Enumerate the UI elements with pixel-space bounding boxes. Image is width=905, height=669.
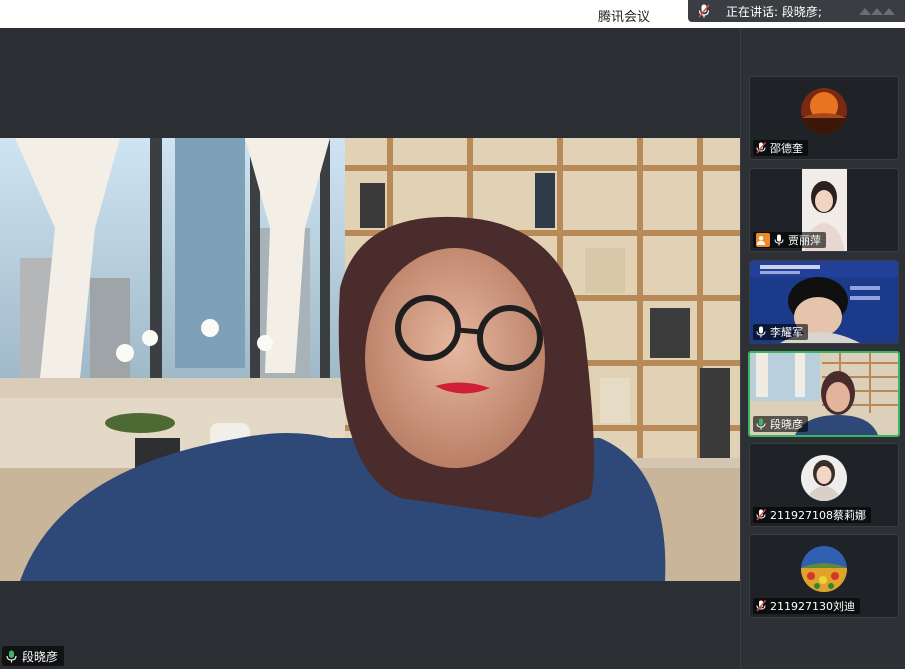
mic-muted-icon bbox=[756, 600, 766, 612]
app-title: 腾讯会议 bbox=[598, 10, 651, 25]
participant-name: 段晓彦 bbox=[770, 418, 803, 431]
mic-muted-icon bbox=[756, 142, 766, 154]
participant-sidebar: 邵德奎 贾丽萍 李耀军 段晓彦 211927108蔡莉娜 211927130刘迪 bbox=[740, 28, 905, 669]
signal-icon bbox=[859, 8, 895, 15]
participant-name: 211927108蔡莉娜 bbox=[770, 509, 866, 522]
main-stage bbox=[0, 28, 740, 669]
mic-on-icon bbox=[756, 418, 766, 430]
speaking-label: 正在讲话: 段晓彦; bbox=[726, 4, 822, 19]
participant-tile[interactable]: 邵德奎 bbox=[749, 76, 899, 160]
participant-name: 贾丽萍 bbox=[788, 234, 821, 247]
main-video-feed[interactable] bbox=[0, 138, 740, 581]
participant-tile[interactable]: 李耀军 bbox=[749, 260, 899, 344]
participant-nameplate: 李耀军 bbox=[753, 324, 808, 340]
portrait-avatar bbox=[801, 455, 847, 501]
speaking-indicator: 正在讲话: 段晓彦; bbox=[688, 0, 905, 22]
host-icon bbox=[756, 233, 770, 247]
sunset-avatar bbox=[801, 88, 847, 134]
participant-nameplate: 贾丽萍 bbox=[753, 232, 826, 248]
participant-tile-active[interactable]: 段晓彦 bbox=[748, 351, 900, 437]
participant-name: 李耀军 bbox=[770, 326, 803, 339]
mic-muted-icon bbox=[698, 4, 710, 18]
participant-tile[interactable]: 贾丽萍 bbox=[749, 168, 899, 252]
mic-on-icon bbox=[6, 650, 17, 662]
main-speaker-name: 段晓彦 bbox=[22, 649, 59, 664]
mic-muted-icon bbox=[756, 509, 766, 521]
participant-nameplate: 段晓彦 bbox=[753, 416, 808, 432]
participant-tile[interactable]: 211927108蔡莉娜 bbox=[749, 443, 899, 527]
participant-name: 211927130刘迪 bbox=[770, 600, 855, 613]
speaker-video-image bbox=[0, 138, 740, 581]
participant-nameplate: 211927130刘迪 bbox=[753, 598, 860, 614]
participant-nameplate: 邵德奎 bbox=[753, 140, 808, 156]
participant-nameplate: 211927108蔡莉娜 bbox=[753, 507, 871, 523]
main-speaker-nameplate: 段晓彦 bbox=[2, 646, 65, 666]
painting-avatar bbox=[801, 546, 847, 592]
mic-on-icon bbox=[756, 326, 766, 338]
participant-tile[interactable]: 211927130刘迪 bbox=[749, 534, 899, 618]
mic-on-icon bbox=[774, 234, 784, 246]
participant-name: 邵德奎 bbox=[770, 142, 803, 155]
